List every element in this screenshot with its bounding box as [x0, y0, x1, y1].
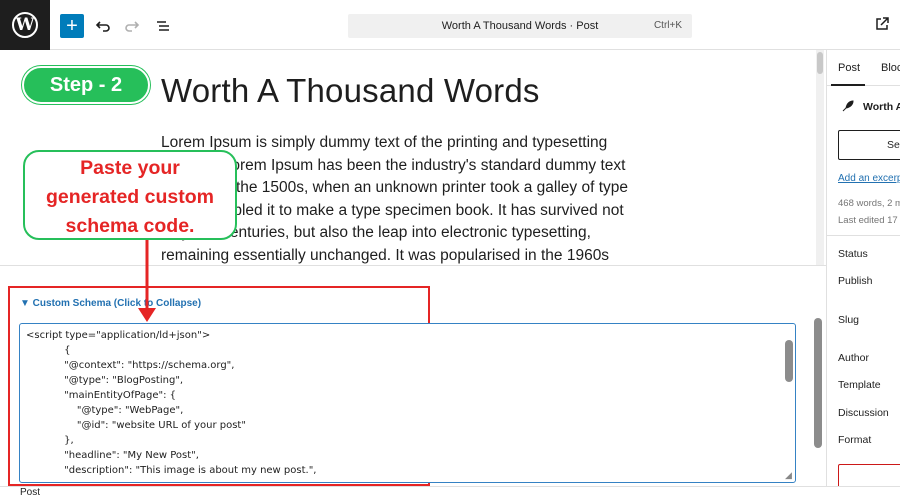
word-count: 468 words, 2 m — [838, 198, 900, 209]
settings-sidebar: Post Block Worth A Set Add an excerp 468… — [826, 50, 900, 486]
add-excerpt-link[interactable]: Add an excerp — [838, 173, 900, 184]
code-line: "@type": "BlogPosting", — [26, 375, 184, 386]
code-line: { — [26, 345, 71, 356]
editor-scrollbar[interactable] — [816, 50, 824, 265]
author-label: Author — [838, 352, 869, 364]
callout-line: generated custom — [46, 186, 214, 208]
paragraph-line: Lorem Ipsum is simply dummy text of the … — [161, 134, 608, 151]
editor-scrollbar-thumb[interactable] — [817, 52, 823, 74]
textarea-scrollbar-thumb[interactable] — [785, 340, 793, 382]
callout-line: Paste your — [80, 157, 180, 179]
add-block-button[interactable]: + — [60, 14, 84, 38]
paragraph-line: remaining essentially unchanged. It was … — [161, 246, 610, 264]
sidebar-tabs: Post Block — [827, 50, 900, 86]
textarea-resize-grip-icon[interactable]: ◢ — [785, 470, 792, 481]
tab-block[interactable]: Block — [881, 62, 900, 74]
post-title[interactable]: Worth A Thousand Words — [161, 72, 540, 110]
editor-top-toolbar: W + Worth A Thousand Words · Post Ctrl+K — [0, 0, 900, 50]
custom-schema-toggle[interactable]: ▼ Custom Schema (Click to Collapse) — [20, 298, 201, 309]
wordpress-logo-letter: W — [12, 12, 38, 38]
code-line: }, — [26, 435, 74, 446]
code-line: "@context": "https://schema.org", — [26, 360, 235, 371]
list-view-icon[interactable] — [151, 14, 175, 38]
move-to-trash-button[interactable] — [838, 464, 900, 486]
publish-label: Publish — [838, 275, 873, 287]
code-line: "description": "This image is about my n… — [26, 465, 317, 476]
command-shortcut: Ctrl+K — [653, 20, 682, 31]
external-link-icon[interactable] — [874, 16, 890, 37]
command-palette-button[interactable]: Worth A Thousand Words · Post Ctrl+K — [348, 14, 692, 38]
code-line: "headline": "My New Post", — [26, 450, 199, 461]
code-line: "@type": "WebPage", — [26, 405, 184, 416]
set-featured-image-button[interactable]: Set — [838, 130, 900, 160]
template-label: Template — [838, 379, 881, 391]
feather-pen-icon — [841, 99, 855, 118]
wordpress-logo-icon[interactable]: W — [0, 0, 50, 50]
active-tab-indicator — [831, 84, 865, 86]
metabox-scrollbar-thumb[interactable] — [814, 318, 822, 448]
metabox-area — [0, 265, 826, 285]
redo-icon[interactable] — [120, 14, 144, 38]
undo-icon[interactable] — [91, 14, 115, 38]
slug-label: Slug — [838, 314, 860, 326]
discussion-label: Discussion — [838, 407, 889, 419]
format-label: Format — [838, 434, 872, 446]
schema-code-textarea[interactable]: <script type="application/ld+json"> { "@… — [19, 323, 796, 483]
breadcrumb-post[interactable]: Post — [20, 487, 40, 498]
sidebar-divider — [827, 235, 900, 236]
code-line: "@id": "website URL of your post" — [26, 420, 246, 431]
status-label: Status — [838, 248, 868, 260]
sidebar-post-title: Worth A — [863, 101, 900, 113]
last-edited: Last edited 17 — [838, 215, 898, 226]
code-line: "mainEntityOfPage": { — [26, 390, 177, 401]
block-breadcrumb-bar: Post — [0, 486, 900, 500]
tab-post[interactable]: Post — [838, 62, 860, 74]
document-title: Worth A Thousand Words · Post — [441, 20, 599, 32]
callout-line: schema code. — [65, 215, 195, 237]
code-line: <script type="application/ld+json"> — [26, 330, 211, 341]
step-badge: Step - 2 — [22, 66, 150, 104]
instruction-callout: Paste your generated custom schema code. — [23, 150, 237, 240]
